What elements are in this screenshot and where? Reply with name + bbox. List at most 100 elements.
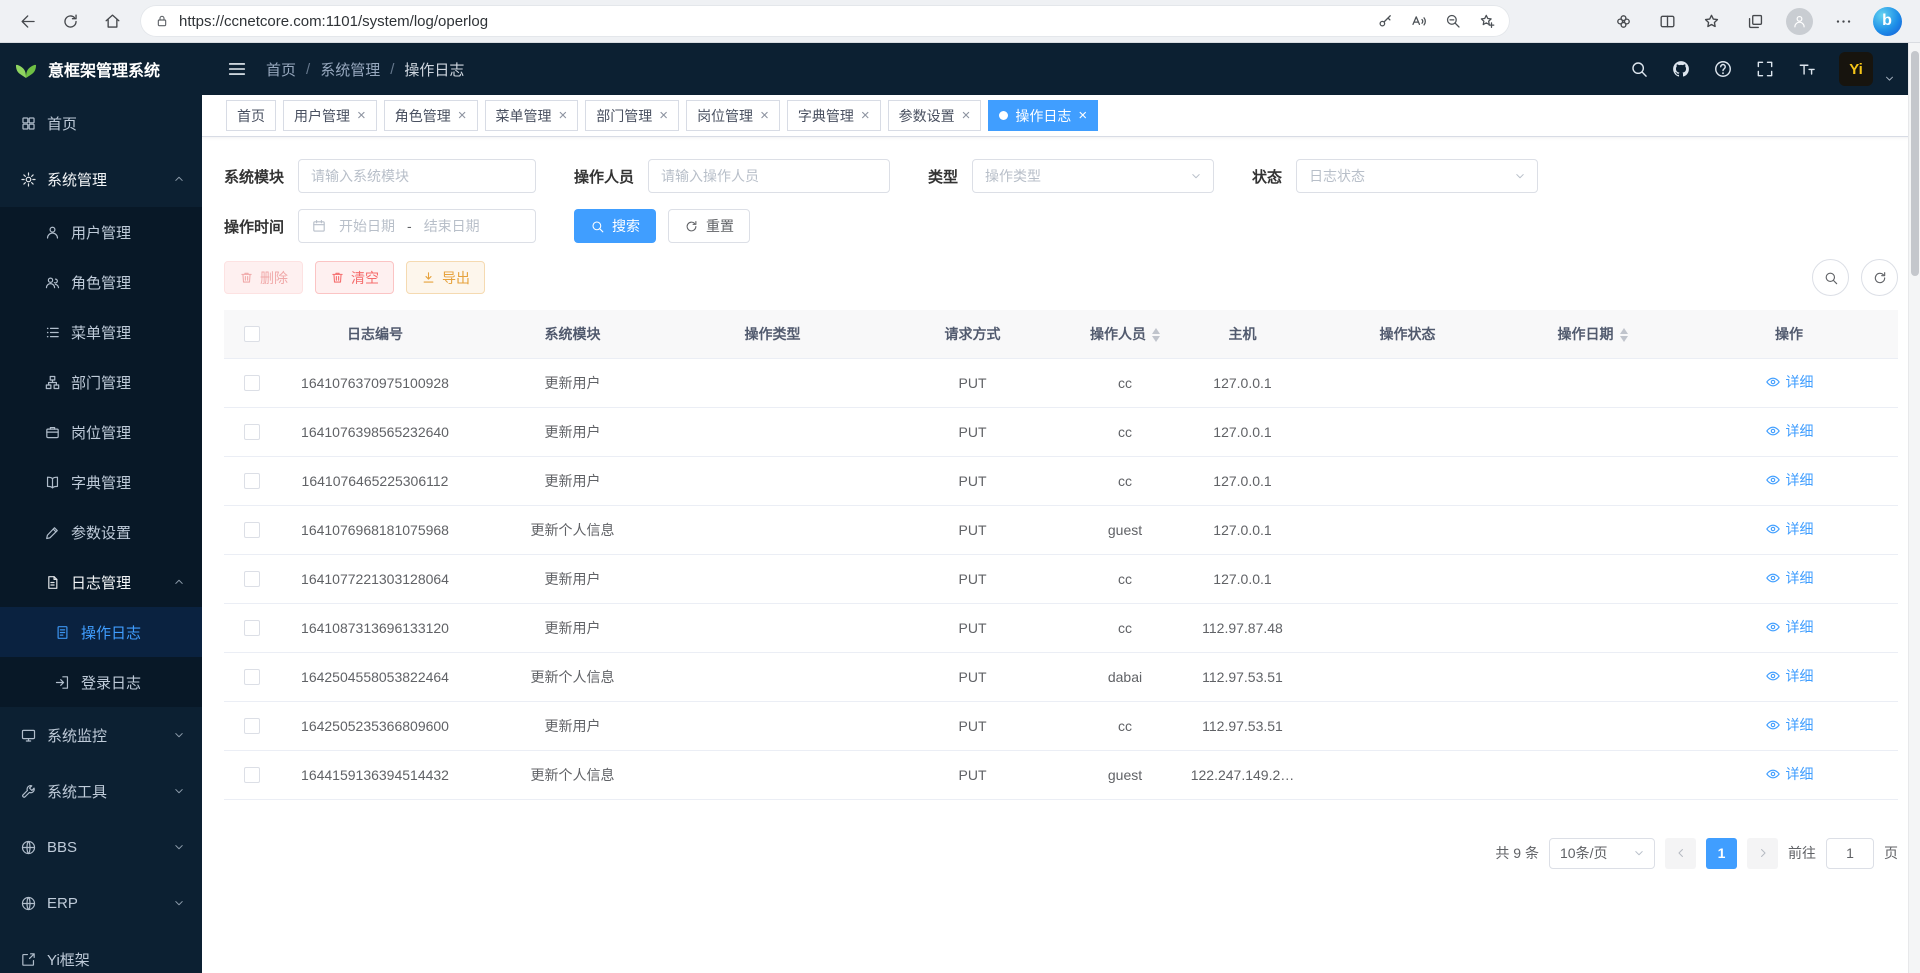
tab-user-mgmt[interactable]: 用户管理× <box>283 100 377 131</box>
sidebar-item-menu-mgmt[interactable]: 菜单管理 <box>0 307 202 357</box>
read-aloud-button[interactable] <box>1402 7 1436 35</box>
browser-back-button[interactable] <box>8 3 48 39</box>
tab-close-icon[interactable]: × <box>659 108 668 123</box>
sidebar-item-login-log[interactable]: 登录日志 <box>0 657 202 707</box>
detail-link[interactable]: 详细 <box>1765 715 1814 735</box>
row-checkbox[interactable] <box>244 620 260 636</box>
font-size-icon[interactable] <box>1797 59 1817 79</box>
sidebar-item-oper-log[interactable]: 操作日志 <box>0 607 202 657</box>
detail-link[interactable]: 详细 <box>1765 470 1814 490</box>
breadcrumb-item[interactable]: 首页 <box>266 59 296 80</box>
avatar-caret-icon[interactable] <box>1883 72 1896 85</box>
split-screen-button[interactable] <box>1648 4 1686 38</box>
favorites-button[interactable] <box>1692 4 1730 38</box>
detail-link[interactable]: 详细 <box>1765 519 1814 539</box>
page-scrollbar[interactable] <box>1908 43 1920 973</box>
tab-post-mgmt[interactable]: 岗位管理× <box>686 100 780 131</box>
type-filter-select[interactable]: 操作类型 <box>972 159 1214 193</box>
collections-button[interactable] <box>1736 4 1774 38</box>
detail-link[interactable]: 详细 <box>1765 666 1814 686</box>
sidebar-item-role-mgmt[interactable]: 角色管理 <box>0 257 202 307</box>
export-button[interactable]: 导出 <box>406 261 485 294</box>
column-header-operator[interactable]: 操作人员 <box>1075 310 1175 358</box>
date-range-picker[interactable]: 开始日期 - 结束日期 <box>298 209 536 243</box>
favorites-add-button[interactable] <box>1470 7 1504 35</box>
show-search-button[interactable] <box>1812 259 1849 296</box>
copilot-button[interactable]: b <box>1868 4 1906 38</box>
tab-close-icon[interactable]: × <box>458 108 467 123</box>
tab-close-icon[interactable]: × <box>861 108 870 123</box>
sidebar-item-sys-monitor[interactable]: 系统监控 <box>0 707 202 763</box>
sort-icon[interactable] <box>1152 328 1160 343</box>
reset-button[interactable]: 重置 <box>668 209 750 243</box>
sidebar-item-log-mgmt[interactable]: 日志管理 <box>0 557 202 607</box>
tab-close-icon[interactable]: × <box>1078 108 1087 123</box>
tab-close-icon[interactable]: × <box>357 108 366 123</box>
github-icon[interactable] <box>1671 59 1691 79</box>
sidebar-item-user-mgmt[interactable]: 用户管理 <box>0 207 202 257</box>
row-checkbox[interactable] <box>244 473 260 489</box>
sidebar-item-param-settings[interactable]: 参数设置 <box>0 507 202 557</box>
column-header-date[interactable]: 操作日期 <box>1505 310 1680 358</box>
row-checkbox[interactable] <box>244 375 260 391</box>
sidebar-item-erp[interactable]: ERP <box>0 875 202 931</box>
module-filter-input[interactable] <box>298 159 536 193</box>
sidebar-item-sys-tools[interactable]: 系统工具 <box>0 763 202 819</box>
tab-role-mgmt[interactable]: 角色管理× <box>384 100 478 131</box>
extensions-button[interactable] <box>1604 4 1642 38</box>
next-page-button[interactable] <box>1747 838 1778 869</box>
sidebar-item-dept-mgmt[interactable]: 部门管理 <box>0 357 202 407</box>
profile-button[interactable] <box>1780 4 1818 38</box>
breadcrumb-item[interactable]: 系统管理 <box>320 59 380 80</box>
status-filter-select[interactable]: 日志状态 <box>1296 159 1538 193</box>
zoom-button[interactable] <box>1436 7 1470 35</box>
sidebar-item-home[interactable]: 首页 <box>0 95 202 151</box>
sidebar-item-system-mgmt[interactable]: 系统管理 <box>0 151 202 207</box>
select-all-checkbox[interactable] <box>244 326 260 342</box>
tab-param-settings[interactable]: 参数设置× <box>888 100 982 131</box>
passwords-button[interactable] <box>1368 7 1402 35</box>
delete-button[interactable]: 删除 <box>224 261 303 294</box>
page-size-select[interactable]: 10条/页 <box>1549 838 1655 869</box>
help-icon[interactable] <box>1713 59 1733 79</box>
browser-menu-button[interactable] <box>1824 4 1862 38</box>
row-checkbox[interactable] <box>244 767 260 783</box>
tab-home[interactable]: 首页 <box>226 100 276 131</box>
address-bar[interactable]: https://ccnetcore.com:1101/system/log/op… <box>140 5 1510 37</box>
row-checkbox[interactable] <box>244 669 260 685</box>
refresh-table-button[interactable] <box>1861 259 1898 296</box>
sidebar-toggle-icon[interactable] <box>226 58 248 80</box>
page-1-button[interactable]: 1 <box>1706 838 1737 869</box>
tab-menu-mgmt[interactable]: 菜单管理× <box>485 100 579 131</box>
row-checkbox[interactable] <box>244 571 260 587</box>
detail-link[interactable]: 详细 <box>1765 617 1814 637</box>
row-checkbox[interactable] <box>244 718 260 734</box>
fullscreen-icon[interactable] <box>1755 59 1775 79</box>
browser-refresh-button[interactable] <box>50 3 90 39</box>
detail-link[interactable]: 详细 <box>1765 421 1814 441</box>
sort-icon[interactable] <box>1620 328 1628 343</box>
clear-button[interactable]: 清空 <box>315 261 394 294</box>
goto-page-input[interactable] <box>1826 838 1874 869</box>
detail-link[interactable]: 详细 <box>1765 568 1814 588</box>
row-checkbox[interactable] <box>244 424 260 440</box>
operator-filter-input[interactable] <box>648 159 890 193</box>
sidebar-item-yi-frame[interactable]: Yi框架 <box>0 931 202 973</box>
browser-home-button[interactable] <box>92 3 132 39</box>
prev-page-button[interactable] <box>1665 838 1696 869</box>
tab-close-icon[interactable]: × <box>559 108 568 123</box>
detail-link[interactable]: 详细 <box>1765 372 1814 392</box>
sidebar-item-dict-mgmt[interactable]: 字典管理 <box>0 457 202 507</box>
tab-dict-mgmt[interactable]: 字典管理× <box>787 100 881 131</box>
user-avatar[interactable]: Yi <box>1839 52 1873 86</box>
tab-close-icon[interactable]: × <box>760 108 769 123</box>
sidebar-item-bbs[interactable]: BBS <box>0 819 202 875</box>
tab-dept-mgmt[interactable]: 部门管理× <box>585 100 679 131</box>
tab-close-icon[interactable]: × <box>962 108 971 123</box>
row-checkbox[interactable] <box>244 522 260 538</box>
detail-link[interactable]: 详细 <box>1765 764 1814 784</box>
search-button[interactable]: 搜索 <box>574 209 656 243</box>
sidebar-item-post-mgmt[interactable]: 岗位管理 <box>0 407 202 457</box>
tab-oper-log[interactable]: 操作日志× <box>988 100 1098 131</box>
header-search-icon[interactable] <box>1629 59 1649 79</box>
